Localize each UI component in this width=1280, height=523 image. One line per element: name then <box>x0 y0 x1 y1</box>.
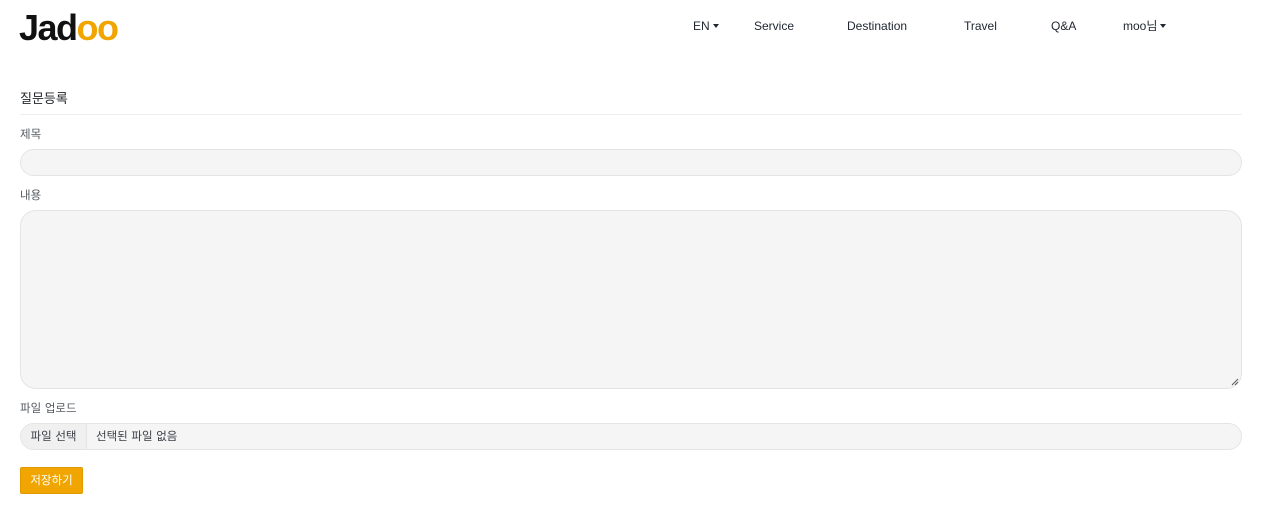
resize-handle-icon[interactable] <box>1231 378 1239 386</box>
nav-link-travel[interactable]: Travel <box>964 18 997 34</box>
file-upload-label: 파일 업로드 <box>20 401 77 415</box>
page-title: 질문등록 <box>20 92 68 107</box>
logo-text: Jad <box>19 7 78 48</box>
user-menu-dropdown[interactable]: moo님 <box>1123 18 1167 34</box>
caret-down-icon <box>1160 23 1167 28</box>
divider <box>20 114 1242 115</box>
title-label: 제목 <box>20 127 42 141</box>
language-dropdown[interactable]: EN <box>693 18 719 34</box>
choose-file-button[interactable]: 파일 선택 <box>21 424 87 449</box>
brand-logo[interactable]: Jadoo <box>19 7 119 48</box>
content-label: 내용 <box>20 188 42 202</box>
caret-down-icon <box>712 23 719 28</box>
file-upload-input[interactable]: 파일 선택 선택된 파일 없음 <box>20 423 1242 450</box>
content-textarea[interactable] <box>20 210 1242 389</box>
nav-link-destination[interactable]: Destination <box>847 18 907 34</box>
nav-link-service[interactable]: Service <box>754 18 794 34</box>
nav-link-qna[interactable]: Q&A <box>1051 18 1076 34</box>
user-menu-label: moo님 <box>1123 19 1158 33</box>
top-navbar: Jadoo EN Service Destination Travel Q&A … <box>0 0 1280 60</box>
language-label: EN <box>693 19 710 33</box>
logo-accent-text: oo <box>76 7 119 48</box>
save-button[interactable]: 저장하기 <box>20 467 83 494</box>
file-status-text: 선택된 파일 없음 <box>96 429 178 443</box>
title-input[interactable] <box>20 149 1242 176</box>
